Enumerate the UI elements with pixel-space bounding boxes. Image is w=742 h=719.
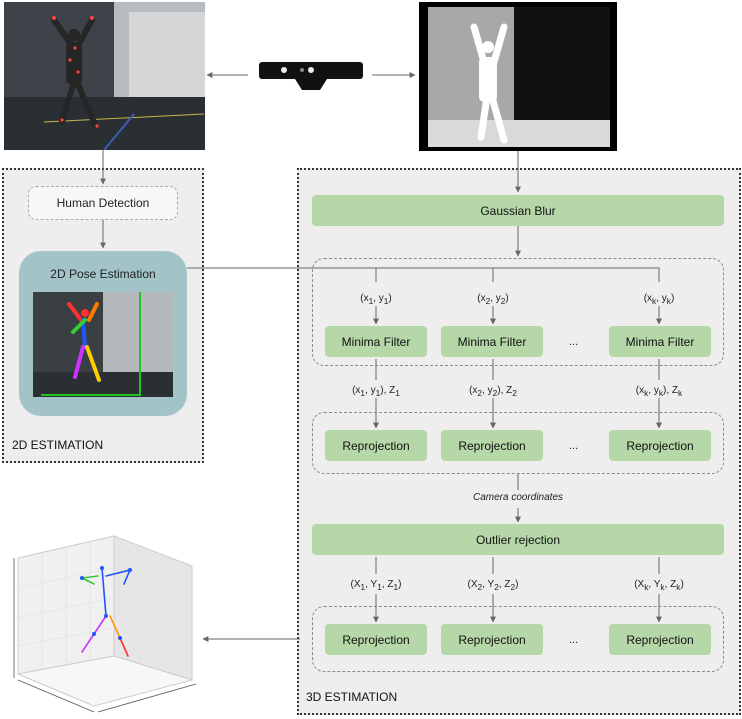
- reprojection-label: Reprojection: [458, 438, 526, 453]
- 3d-skeleton-plot: [2, 528, 200, 718]
- reprojection-box-1: Reprojection: [325, 430, 427, 461]
- reprojection-label: Reprojection: [626, 438, 694, 453]
- reprojection-label: Reprojection: [458, 632, 526, 647]
- reprojection-label: Reprojection: [342, 438, 410, 453]
- coord-label-1: (x1, y1): [360, 293, 392, 306]
- pose-estimation-box: 2D Pose Estimation: [19, 251, 187, 416]
- kinect-sensor-icon: [257, 60, 365, 94]
- ellipsis: ...: [569, 336, 579, 348]
- ellipsis: ...: [569, 440, 579, 452]
- minima-filter-box-1: Minima Filter: [325, 326, 427, 357]
- pose-estimation-label: 2D Pose Estimation: [50, 267, 156, 281]
- coord-label-2: (x2, y2): [477, 293, 509, 306]
- reprojection-box-4: Reprojection: [441, 624, 543, 655]
- human-detection-box: Human Detection: [28, 186, 178, 220]
- depth-image: [419, 2, 617, 151]
- camera-coordinates-label: Camera coordinates: [472, 492, 564, 503]
- minima-filter-box-k: Minima Filter: [609, 326, 711, 357]
- minima-filter-label: Minima Filter: [625, 334, 695, 349]
- world-label-2: (X2, Y2, Z2): [467, 579, 519, 592]
- world-label-1: (X1, Y1, Z1): [350, 579, 402, 592]
- pose-image: [33, 292, 173, 397]
- reprojection-label: Reprojection: [626, 632, 694, 647]
- reprojection-box-2: Reprojection: [441, 430, 543, 461]
- ellipsis: ...: [569, 634, 579, 646]
- coord-label-k: (xk, yk): [643, 293, 675, 306]
- minima-filter-box-2: Minima Filter: [441, 326, 543, 357]
- depth-label-1: (x1, y1), Z1: [352, 385, 400, 398]
- reprojection-box-3: Reprojection: [325, 624, 427, 655]
- rgb-image: [4, 2, 205, 150]
- minima-filter-label: Minima Filter: [341, 334, 411, 349]
- outlier-rejection-box: Outlier rejection: [312, 524, 724, 555]
- reprojection-label: Reprojection: [342, 632, 410, 647]
- gaussian-blur-label: Gaussian Blur: [480, 203, 556, 218]
- depth-label-k: (xk, yk), Zk: [635, 385, 683, 398]
- minima-filter-label: Minima Filter: [457, 334, 527, 349]
- gaussian-blur-box: Gaussian Blur: [312, 195, 724, 226]
- outlier-rejection-label: Outlier rejection: [475, 532, 561, 547]
- depth-label-2: (x2, y2), Z2: [469, 385, 517, 398]
- reprojection-box-k: Reprojection: [609, 430, 711, 461]
- human-detection-label: Human Detection: [56, 196, 150, 210]
- world-label-k: (Xk, Yk, Zk): [634, 579, 684, 592]
- reprojection-box-5: Reprojection: [609, 624, 711, 655]
